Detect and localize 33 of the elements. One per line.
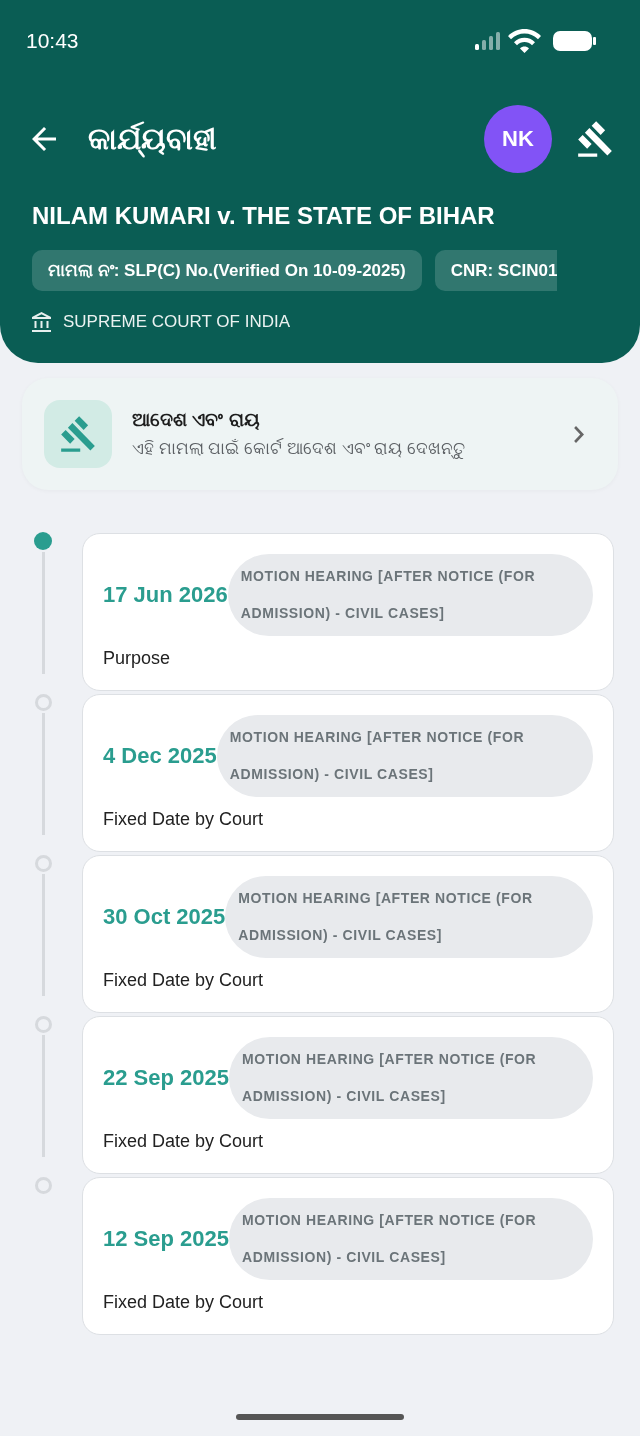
profile-avatar[interactable]: NK bbox=[484, 105, 552, 173]
back-arrow-icon[interactable] bbox=[32, 127, 56, 151]
hearing-date: 12 Sep 2025 bbox=[103, 1226, 229, 1252]
hearing-stage: MOTION HEARING [AFTER NOTICE (FOR ADMISSION) - CIVIL CASES] bbox=[225, 876, 593, 958]
battery-icon bbox=[553, 31, 596, 51]
orders-subtitle: ଏହି ମାମଲା ପାଇଁ କୋର୍ଟ ଆଦେଶ ଏବଂ ରାୟ ଦେଖନ୍ତୁ bbox=[132, 437, 467, 461]
case-title: NILAM KUMARI v. THE STATE OF BIHAR bbox=[32, 202, 496, 230]
hearing-purpose: Fixed Date by Court bbox=[103, 808, 265, 830]
gavel-icon[interactable] bbox=[578, 121, 612, 157]
hearing-purpose: Purpose bbox=[103, 647, 172, 669]
gavel-icon bbox=[44, 400, 112, 468]
case-info-chip: CNR: SCIN01 bbox=[434, 250, 558, 291]
hearing-stage: MOTION HEARING [AFTER NOTICE (FOR ADMISSION) - CIVIL CASES] bbox=[229, 1198, 593, 1280]
hearing-stage: MOTION HEARING [AFTER NOTICE (FOR ADMISSION) - CIVIL CASES] bbox=[229, 1037, 593, 1119]
case-info-chip: ମାମଲା ନଂ: SLP(C) No.(Verified On 10-09-2025) bbox=[32, 250, 422, 291]
hearing-date: 17 Jun 2026 bbox=[103, 582, 228, 608]
hearing-date: 4 Dec 2025 bbox=[103, 743, 217, 769]
orders-card[interactable]: ଆଦେଶ ଏବଂ ରାୟ ଏହି ମାମଲା ପାଇଁ କୋର୍ଟ ଆଦେଶ ଏବଂ ରାୟ ଦେଖନ୍ତୁ bbox=[22, 378, 618, 490]
wifi-icon bbox=[508, 29, 541, 53]
hearing-stage: MOTION HEARING [AFTER NOTICE (FOR ADMISSION) - CIVIL CASES] bbox=[227, 554, 593, 636]
signal-icon bbox=[475, 32, 500, 50]
status-time: 10:43 bbox=[26, 29, 79, 53]
hearing-date: 22 Sep 2025 bbox=[103, 1065, 229, 1091]
court-building-icon bbox=[32, 312, 51, 332]
court-name: SUPREME COURT OF INDIA bbox=[63, 312, 290, 332]
hearing-date: 30 Oct 2025 bbox=[103, 904, 226, 930]
orders-title: ଆଦେଶ ଏବଂ ରାୟ bbox=[132, 408, 261, 432]
hearing-stage: MOTION HEARING [AFTER NOTICE (FOR ADMISSION) - CIVIL CASES] bbox=[216, 715, 593, 797]
chevron-right-icon bbox=[574, 425, 584, 443]
hearing-purpose: Fixed Date by Court bbox=[103, 969, 265, 991]
hearing-purpose: Fixed Date by Court bbox=[103, 1130, 265, 1152]
page-title: କାର୍ଯ୍ୟବାହୀ bbox=[88, 120, 484, 158]
hearing-purpose: Fixed Date by Court bbox=[103, 1291, 265, 1313]
